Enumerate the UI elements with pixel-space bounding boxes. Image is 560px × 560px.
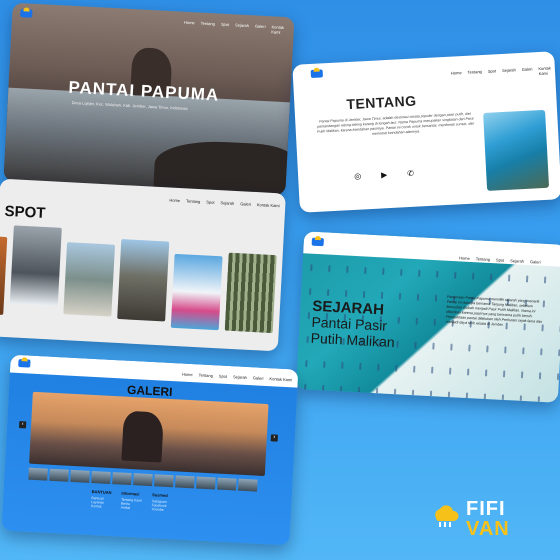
nav-sejarah[interactable]: Sejarah [235,22,249,33]
nav-sejarah[interactable]: Sejarah [233,374,247,380]
footer-heading: Sosmed [152,492,168,498]
nav-kontak[interactable]: Kontak Kami [271,24,294,35]
thumbnail[interactable] [237,478,258,492]
nav-spot[interactable]: Spot [496,257,504,262]
nav-tentang[interactable]: Tentang [199,372,213,378]
nav-home[interactable]: Home [459,255,470,261]
cloud-rain-icon [435,505,459,527]
tentang-page-card: Home Tentang Spot Sejarah Galeri Kontak … [292,51,560,213]
tentang-title: TENTANG [346,92,417,113]
thumbnail[interactable] [28,467,48,481]
spot-photo-beach[interactable] [63,242,116,317]
nav-tentang[interactable]: Tentang [476,256,490,262]
thumbnail[interactable] [175,475,195,489]
footer-col-informasi: Informasi Tentang Kami Berita Artikel [121,491,143,511]
galeri-main-image [29,391,269,477]
nav-tentang[interactable]: Tentang [467,69,482,80]
thumbnail[interactable] [196,476,216,490]
site-logo[interactable] [311,237,324,247]
hero-nav: Home Tentang Spot Sejarah Galeri Kontak … [184,20,294,36]
nav-spot[interactable]: Spot [488,68,497,78]
thumbnail[interactable] [217,477,237,491]
thumbnail[interactable] [49,468,69,482]
nav-galeri[interactable]: Galeri [255,23,266,34]
thumbnail[interactable] [112,472,132,486]
instagram-icon[interactable]: ◎ [354,172,361,181]
nav-sejarah[interactable]: Sejarah [502,67,516,78]
spot-nav: Home Tentang Spot Sejarah Galeri Kontak … [169,198,279,209]
spot-title: SPOT [4,202,46,223]
brand-text-van: VAN [466,518,510,540]
whatsapp-icon[interactable]: ✆ [407,169,414,178]
thumbnail[interactable] [70,469,90,483]
main-rock-silhouette [121,410,164,463]
nav-spot[interactable]: Spot [219,374,227,379]
brand-logo: FIFI VAN [428,498,548,548]
foreground-rocks [153,138,295,196]
nav-spot[interactable]: Spot [206,199,214,204]
sejarah-paragraph: Penamaan Pantai Papuma memiliki sejarah … [445,294,543,327]
sejarah-subtitle: Pantai Pasir Putih Malikan [310,314,396,350]
galeri-navbar: Home Tentang Spot Sejarah Galeri Kontak … [9,354,299,388]
footer-heading: BANTUAN [91,489,112,496]
footer-heading: Informasi [121,490,140,497]
spot-photo-forest[interactable] [224,252,277,334]
spot-photo-sunset[interactable] [0,236,8,315]
site-logo[interactable] [18,358,31,368]
galeri-footer: BANTUAN Bantuan Layanan Kontak Informasi… [91,489,168,512]
hero-page-card: Home Tentang Spot Sejarah Galeri Kontak … [3,2,295,196]
youtube-icon[interactable]: ▶ [381,170,388,179]
thumbnail[interactable] [91,470,111,484]
spot-page-card: Home Tentang Spot Sejarah Galeri Kontak … [0,178,286,352]
site-logo[interactable] [20,9,33,18]
galeri-nav: Home Tentang Spot Sejarah Galeri Kontak … [182,372,292,383]
spot-photo-viewpoint[interactable] [170,253,223,331]
nav-home[interactable]: Home [169,198,180,204]
nav-home[interactable]: Home [182,372,193,378]
nav-galeri[interactable]: Galeri [240,201,251,207]
nav-spot[interactable]: Spot [221,22,229,32]
nav-galeri[interactable]: Galeri [522,66,533,77]
tentang-photo [483,109,550,191]
nav-home[interactable]: Home [184,20,195,31]
nav-kontak[interactable]: Kontak Kami [257,202,280,208]
nav-kontak[interactable]: Kontak Kami [538,65,555,76]
footer-link[interactable]: Artikel [121,506,142,511]
social-icons: ◎ ▶ ✆ [354,169,414,181]
sejarah-page-card: Home Tentang Spot Sejarah Galeri SEJARAH… [296,231,560,403]
nav-tentang[interactable]: Tentang [200,21,215,32]
nav-sejarah[interactable]: Sejarah [220,200,234,206]
nav-kontak[interactable]: Kontak Kami [269,376,292,382]
site-logo[interactable] [310,69,323,78]
tentang-paragraph: Pantai Papuma di Jember, Jawa Timur, ada… [317,111,475,136]
footer-col-sosmed: Sosmed Instagram Facebook Youtube [151,492,168,512]
spot-photo-rock[interactable] [117,239,170,322]
thumbnail[interactable] [154,474,174,488]
spot-photo-waves[interactable] [9,225,62,306]
nav-home[interactable]: Home [451,70,462,81]
footer-link[interactable]: Kontak [91,504,111,509]
next-arrow-button[interactable]: › [270,434,278,442]
nav-tentang[interactable]: Tentang [186,198,200,204]
nav-sejarah[interactable]: Sejarah [510,258,524,264]
nav-galeri[interactable]: Galeri [530,259,541,265]
prev-arrow-button[interactable]: ‹ [18,421,27,429]
footer-col-bantuan: BANTUAN Bantuan Layanan Kontak [91,489,112,509]
nav-galeri[interactable]: Galeri [253,375,264,381]
thumbnail[interactable] [133,473,153,487]
galeri-page-card: Home Tentang Spot Sejarah Galeri Kontak … [1,354,299,546]
tentang-nav: Home Tentang Spot Sejarah Galeri Kontak … [451,65,555,80]
